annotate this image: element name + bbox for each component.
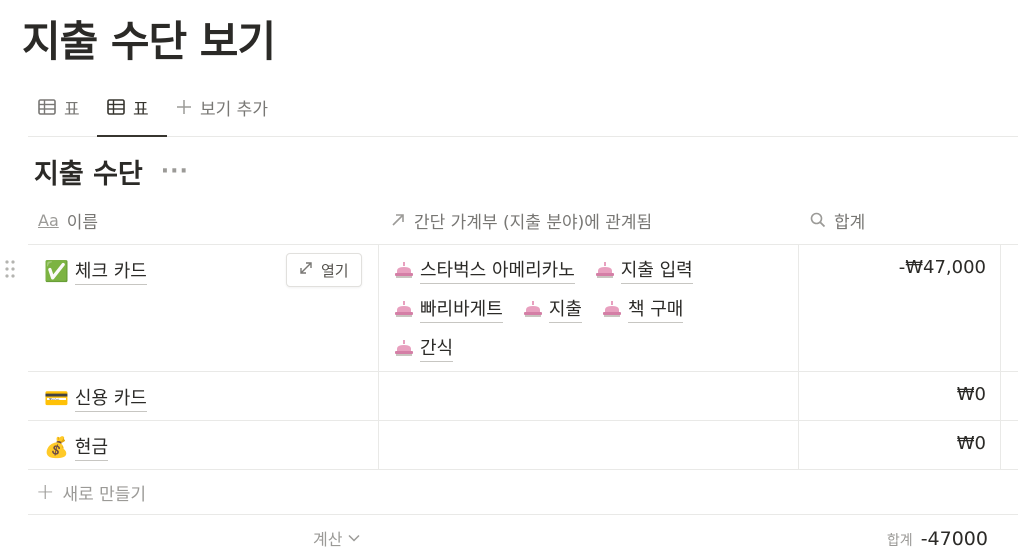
relation-cell[interactable]	[378, 421, 799, 469]
arrow-up-right-icon	[390, 212, 406, 228]
table-row[interactable]: ✅ 체크 카드 열기 스타벅스 아메리카노 지출 입력 빠리바게트 지출 책 구매 간식 …	[5, 245, 1018, 372]
total-amount: -₩47,000	[898, 257, 986, 278]
relation-chip[interactable]: 책 구매	[602, 295, 684, 323]
table-icon	[38, 99, 56, 115]
relation-label: 책 구매	[627, 295, 684, 323]
tab-label: 표	[133, 99, 149, 120]
relation-chip[interactable]: 빠리바게트	[394, 295, 503, 323]
tab-table-1[interactable]: 표	[38, 92, 80, 122]
column-label: 간단 가계부 (지출 분야)에 관계됨	[414, 212, 653, 233]
expand-icon	[299, 261, 313, 279]
row-title: 💳 신용 카드	[44, 384, 147, 412]
check-mark-icon: ✅	[44, 259, 69, 283]
table-icon	[107, 99, 125, 115]
total-amount: ₩0	[956, 384, 986, 405]
open-label: 열기	[321, 261, 349, 280]
drag-handle-icon[interactable]	[4, 259, 16, 279]
column-label: 합계	[834, 212, 866, 233]
add-view-label: 보기 추가	[200, 99, 268, 120]
table-header: Aa 이름 간단 가계부 (지출 분야)에 관계됨 합계	[28, 196, 1018, 245]
money-bag-icon: 💰	[44, 435, 69, 459]
relation-chip[interactable]: 지출 입력	[595, 256, 693, 284]
relation-cell[interactable]	[378, 372, 799, 420]
new-row-button[interactable]: + 새로 만들기	[36, 480, 146, 505]
column-label: 이름	[66, 212, 99, 233]
database-table: Aa 이름 간단 가계부 (지출 분야)에 관계됨 합계 ✅ 체크 카드 열기 …	[5, 196, 1018, 470]
page-title: 지출 수단 보기	[22, 17, 276, 66]
relation-chip[interactable]: 스타벅스 아메리카노	[394, 256, 575, 284]
relation-chip[interactable]: 지출	[523, 295, 582, 323]
table-row[interactable]: 💰 현금 ₩0	[28, 421, 1018, 470]
relation-cell[interactable]: 스타벅스 아메리카노 지출 입력빠리바게트 지출 책 구매간식	[378, 245, 799, 371]
cake-page-icon	[595, 261, 615, 279]
footer-divider	[28, 514, 1018, 515]
table-row[interactable]: 💳 신용 카드 ₩0	[28, 372, 1018, 421]
relation-label: 지출 입력	[620, 256, 693, 284]
name-cell[interactable]: ✅ 체크 카드 열기	[28, 245, 379, 371]
cake-page-icon	[394, 339, 414, 357]
relation-label: 간식	[420, 334, 454, 362]
total-amount: ₩0	[956, 433, 986, 454]
cake-page-icon	[602, 300, 622, 318]
cake-page-icon	[394, 300, 414, 318]
relation-chip[interactable]: 간식	[394, 334, 454, 362]
sum-label: 합계	[886, 533, 913, 549]
database-title: 지출 수단	[34, 159, 143, 190]
calculate-label: 계산	[313, 530, 343, 549]
total-cell: ₩0	[798, 372, 1001, 420]
total-cell: ₩0	[798, 421, 1001, 469]
relation-label: 빠리바게트	[420, 295, 503, 323]
database-title-bar: 지출 수단 ···	[34, 152, 189, 191]
open-page-button[interactable]: 열기	[286, 253, 362, 287]
credit-card-icon: 💳	[44, 386, 69, 410]
row-name: 현금	[74, 433, 109, 461]
add-view-button[interactable]: 보기 추가	[176, 92, 268, 122]
name-cell[interactable]: 💰 현금	[28, 421, 379, 469]
more-options-icon[interactable]: ···	[161, 159, 189, 184]
row-title: ✅ 체크 카드	[44, 257, 147, 285]
chevron-down-icon	[348, 534, 360, 542]
column-header-name[interactable]: Aa 이름	[38, 196, 98, 244]
view-tabs: 표 표 보기 추가	[28, 88, 1018, 137]
row-name: 신용 카드	[74, 384, 147, 412]
search-icon	[810, 212, 826, 228]
relation-label: 스타벅스 아메리카노	[420, 256, 575, 284]
total-cell: -₩47,000	[798, 245, 1001, 371]
column-header-relation[interactable]: 간단 가계부 (지출 분야)에 관계됨	[390, 196, 652, 244]
cake-page-icon	[523, 300, 543, 318]
sum-value: -47000	[920, 528, 988, 550]
relation-list: 스타벅스 아메리카노 지출 입력빠리바게트 지출 책 구매간식	[394, 256, 774, 373]
sum-summary[interactable]: 합계 -47000	[887, 528, 988, 550]
text-property-icon: Aa	[38, 210, 59, 230]
active-tab-indicator	[97, 135, 167, 137]
tab-label: 표	[64, 99, 80, 120]
relation-label: 지출	[548, 295, 582, 323]
cake-page-icon	[394, 261, 414, 279]
row-title: 💰 현금	[44, 433, 109, 461]
name-cell[interactable]: 💳 신용 카드	[28, 372, 379, 420]
calculate-dropdown[interactable]: 계산	[313, 526, 360, 550]
column-header-total[interactable]: 합계	[810, 196, 865, 244]
row-name: 체크 카드	[74, 257, 147, 285]
tab-table-2[interactable]: 표	[107, 92, 149, 122]
new-row-label: 새로 만들기	[62, 485, 147, 505]
plus-icon	[176, 99, 192, 115]
plus-icon: +	[36, 480, 55, 505]
